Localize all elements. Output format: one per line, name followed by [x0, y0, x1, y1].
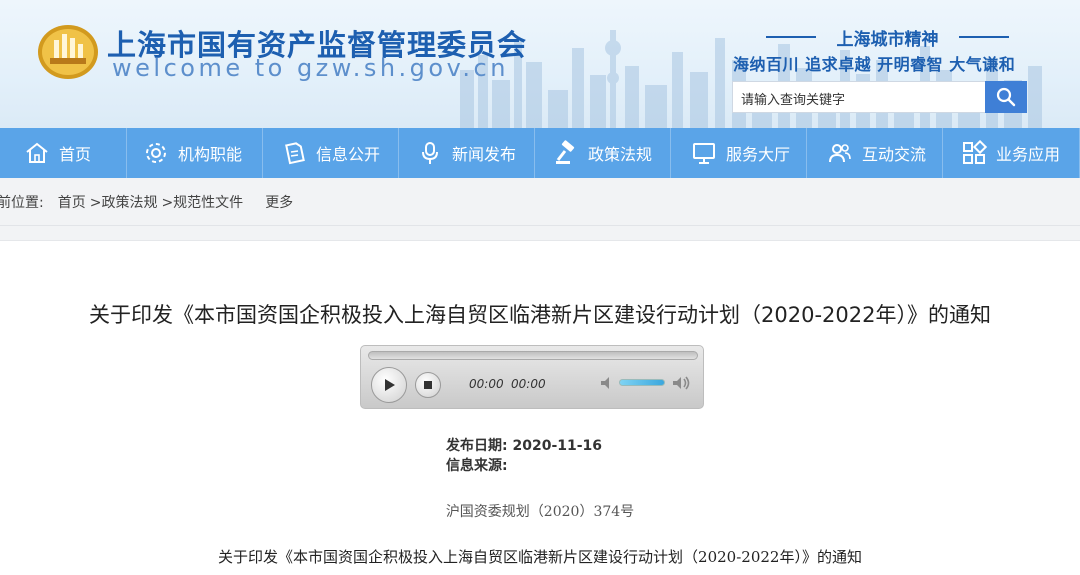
city-spirit-title: 上海城市精神	[760, 25, 1015, 50]
site-subtitle: welcome to gzw.sh.gov.cn	[112, 54, 509, 82]
city-spirit-motto: 海纳百川 追求卓越 开明睿智 大气谦和	[733, 55, 1016, 74]
breadcrumb-home[interactable]: 首页	[58, 192, 86, 212]
breadcrumb-more-link[interactable]: 更多	[265, 192, 293, 212]
stop-icon	[424, 381, 432, 389]
publish-date-label: 发布日期:	[446, 438, 508, 454]
nav-item-label: 新闻发布	[452, 145, 517, 164]
play-button[interactable]	[371, 367, 407, 403]
publish-date-value: 2020-11-16	[512, 438, 603, 454]
nav-item-label: 机构职能	[178, 145, 243, 164]
nav-item-label: 互动交流	[862, 145, 927, 164]
publish-date: 发布日期: 2020-11-16	[446, 435, 602, 455]
nav-item-label: 政策法规	[588, 145, 653, 164]
microphone-icon	[422, 142, 438, 164]
article-body-title: 关于印发《本市国资国企积极投入上海自贸区临港新片区建设行动计划（2020-202…	[218, 548, 862, 566]
main-nav: 首页 机构职能 信息公开 新闻发布 政策法规 服务大厅 互动交流 业务应用	[0, 128, 1080, 178]
nav-item-label: 服务大厅	[726, 145, 791, 164]
info-source: 信息来源:	[446, 455, 508, 475]
home-icon	[26, 142, 48, 163]
nav-item-home[interactable]: 首页	[0, 128, 127, 178]
search-input[interactable]: 请输入查询关键字	[732, 81, 986, 113]
article-title: 关于印发《本市国资国企积极投入上海自贸区临港新片区建设行动计划（2020-202…	[89, 303, 991, 327]
document-icon	[285, 142, 305, 165]
site-header: 上海市国有资产监督管理委员会 welcome to gzw.sh.gov.cn …	[0, 0, 1080, 128]
monitor-icon	[693, 143, 715, 164]
nav-item-news[interactable]: 新闻发布	[399, 128, 535, 178]
stop-button[interactable]	[415, 372, 441, 398]
site-logo[interactable]	[36, 22, 100, 80]
play-icon	[385, 379, 395, 391]
duration-time: 00:00	[511, 377, 546, 391]
nav-item-apps[interactable]: 业务应用	[943, 128, 1080, 178]
nav-item-label: 首页	[59, 145, 92, 164]
info-source-label: 信息来源:	[446, 458, 508, 474]
nav-item-label: 业务应用	[996, 145, 1061, 164]
audio-player: 00:00 00:00	[360, 345, 704, 409]
breadcrumb-prefix: 前位置:	[0, 194, 44, 211]
nav-item-interaction[interactable]: 互动交流	[807, 128, 943, 178]
nav-item-organization[interactable]: 机构职能	[127, 128, 263, 178]
search-icon	[996, 87, 1016, 107]
audio-progress-bar[interactable]	[368, 351, 698, 360]
breadcrumb-policy[interactable]: >政策法规	[90, 192, 158, 212]
current-time: 00:00	[469, 377, 504, 391]
volume-high-icon[interactable]	[671, 375, 691, 391]
nav-item-policy[interactable]: 政策法规	[535, 128, 671, 178]
volume-slider[interactable]	[619, 379, 665, 386]
users-icon	[829, 144, 851, 163]
nav-item-info-disclosure[interactable]: 信息公开	[263, 128, 399, 178]
nav-item-service-hall[interactable]: 服务大厅	[671, 128, 807, 178]
page: 上海市国有资产监督管理委员会 welcome to gzw.sh.gov.cn …	[0, 0, 1080, 575]
article-card: 关于印发《本市国资国企积极投入上海自贸区临港新片区建设行动计划（2020-202…	[0, 240, 1080, 575]
breadcrumb-normative-docs[interactable]: >规范性文件	[161, 192, 243, 212]
search-button[interactable]	[985, 81, 1027, 113]
volume-low-icon[interactable]	[599, 375, 615, 391]
breadcrumb: 前位置: 首页 >政策法规 >规范性文件 更多	[0, 178, 1080, 226]
gavel-icon	[556, 140, 575, 164]
gear-icon	[146, 143, 166, 163]
apps-grid-icon	[963, 140, 987, 164]
document-number: 沪国资委规划（2020）374号	[445, 504, 635, 520]
nav-item-label: 信息公开	[316, 145, 381, 164]
